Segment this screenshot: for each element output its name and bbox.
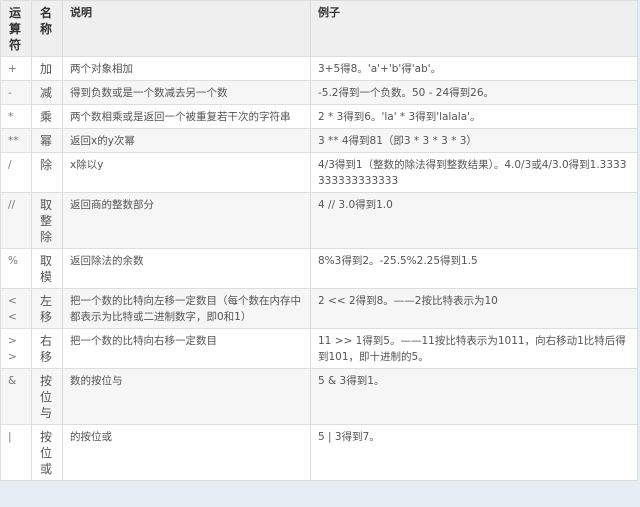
- description-cell: 返回除法的余数: [62, 248, 311, 289]
- table-row: ** 幂返回x的y次幂 3 ** 4得到81（即3 * 3 * 3 * 3）: [0, 128, 638, 153]
- table-row: % 取模 返回除法的余数 8%3得到2。-25.5%2.25得到1.5: [0, 248, 638, 289]
- example-cell: 4 // 3.0得到1.0: [310, 192, 638, 249]
- name-text: 除: [40, 158, 53, 172]
- description-cell: 返回商的整数部分: [62, 192, 311, 249]
- table-row: >> 右移 把一个数的比特向右移一定数目 11 >> 1得到5。——11按比特表示为1…: [0, 328, 638, 369]
- example-cell: 5 & 3得到1。: [310, 368, 638, 425]
- name-cell: 左移: [31, 288, 63, 329]
- name-text: 幂: [40, 134, 53, 148]
- name-text: 右移: [40, 334, 53, 364]
- operator-cell: **: [0, 128, 32, 153]
- example-cell: 3 ** 4得到81（即3 * 3 * 3 * 3）: [310, 128, 638, 153]
- example-cell: 2 * 3得到6。'la' * 3得到'lalala'。: [310, 104, 638, 129]
- header-name: 名称: [31, 0, 63, 57]
- name-text: 按位与: [40, 374, 53, 420]
- operator-cell: +: [0, 56, 32, 81]
- name-cell: 取整除: [31, 192, 63, 249]
- header-description: 说明: [62, 0, 311, 57]
- name-cell: 取模: [31, 248, 63, 289]
- operator-cell: //: [0, 192, 32, 249]
- description-cell: 的按位或: [62, 424, 311, 481]
- table-row: * 乘两个数相乘或是返回一个被重复若干次的字符串 2 * 3得到6。'la' * 3…: [0, 104, 638, 129]
- bottom-strip: [0, 481, 640, 488]
- description-cell: 返回x的y次幂: [62, 128, 311, 153]
- operator-table: 运算符 名称 说明 例子 + 加两个对象相加 3+5得8。'a'+'b'得'ab'。…: [0, 0, 638, 481]
- description-cell: 两个数相乘或是返回一个被重复若干次的字符串: [62, 104, 311, 129]
- name-cell: 按位与: [31, 368, 63, 425]
- name-text: 按位或: [40, 430, 53, 476]
- example-cell: 4/3得到1（整数的除法得到整数结果）。4.0/3或4/3.0得到1.33333…: [310, 152, 638, 193]
- name-cell: 按位或: [31, 424, 63, 481]
- operator-cell: <<: [0, 288, 32, 329]
- name-cell: 除: [31, 152, 63, 193]
- example-cell: 5 | 3得到7。: [310, 424, 638, 481]
- name-text: 取整除: [40, 198, 53, 244]
- operator-cell: >>: [0, 328, 32, 369]
- description-cell: 数的按位与: [62, 368, 311, 425]
- description-cell: 把一个数的比特向左移一定数目（每个数在内存中都表示为比特或二进制数字，即0和1）: [62, 288, 311, 329]
- operator-cell: *: [0, 104, 32, 129]
- table-header-row: 运算符 名称 说明 例子: [0, 0, 638, 57]
- name-text: 减: [40, 86, 53, 100]
- table-row: & 按位与 数的按位与 5 & 3得到1。: [0, 368, 638, 425]
- operator-cell: &: [0, 368, 32, 425]
- description-cell: 得到负数或是一个数减去另一个数: [62, 80, 311, 105]
- operator-cell: %: [0, 248, 32, 289]
- table-row: + 加两个对象相加 3+5得8。'a'+'b'得'ab'。: [0, 56, 638, 81]
- name-cell: 加: [31, 56, 63, 81]
- description-cell: x除以y: [62, 152, 311, 193]
- example-cell: 11 >> 1得到5。——11按比特表示为1011，向右移动1比特后得到101，…: [310, 328, 638, 369]
- name-text: 取模: [40, 254, 53, 284]
- name-cell: 减: [31, 80, 63, 105]
- operator-cell: /: [0, 152, 32, 193]
- operator-cell: |: [0, 424, 32, 481]
- name-text: 加: [40, 62, 53, 76]
- example-cell: 2 << 2得到8。——2按比特表示为10: [310, 288, 638, 329]
- example-cell: -5.2得到一个负数。50 - 24得到26。: [310, 80, 638, 105]
- name-cell: 右移: [31, 328, 63, 369]
- table-row: << 左移 把一个数的比特向左移一定数目（每个数在内存中都表示为比特或二进制数字，即…: [0, 288, 638, 329]
- header-operator: 运算符: [0, 0, 32, 57]
- table-row: // 取整除 返回商的整数部分 4 // 3.0得到1.0: [0, 192, 638, 249]
- description-cell: 两个对象相加: [62, 56, 311, 81]
- operator-cell: -: [0, 80, 32, 105]
- operator-table-container: 运算符 名称 说明 例子 + 加两个对象相加 3+5得8。'a'+'b'得'ab'。…: [0, 0, 638, 481]
- table-row: - 减得到负数或是一个数减去另一个数 -5.2得到一个负数。50 - 24得到26。: [0, 80, 638, 105]
- table-row: / 除 x除以y 4/3得到1（整数的除法得到整数结果）。4.0/3或4/3.0得到1…: [0, 152, 638, 193]
- name-text: 左移: [40, 294, 53, 324]
- table-row: | 按位或 的按位或 5 | 3得到7。: [0, 424, 638, 481]
- example-cell: 8%3得到2。-25.5%2.25得到1.5: [310, 248, 638, 289]
- description-cell: 把一个数的比特向右移一定数目: [62, 328, 311, 369]
- header-example: 例子: [310, 0, 638, 57]
- name-text: 乘: [40, 110, 53, 124]
- name-cell: 乘: [31, 104, 63, 129]
- name-cell: 幂: [31, 128, 63, 153]
- example-cell: 3+5得8。'a'+'b'得'ab'。: [310, 56, 638, 81]
